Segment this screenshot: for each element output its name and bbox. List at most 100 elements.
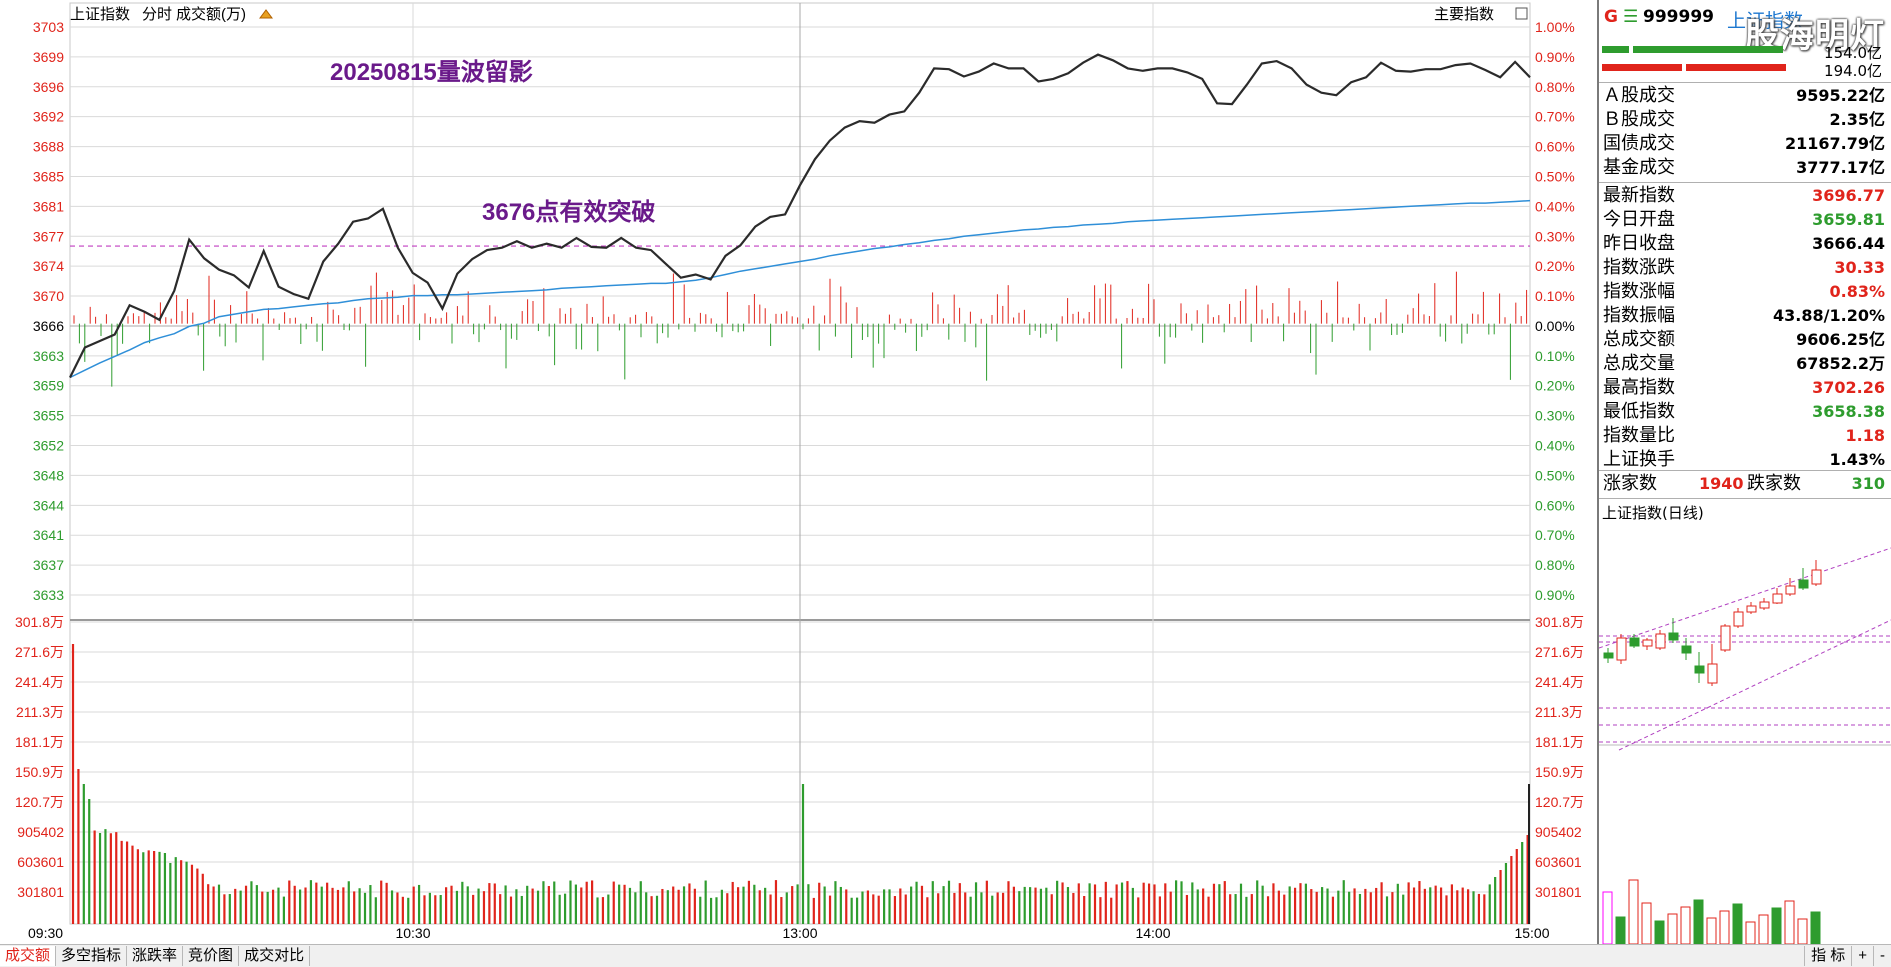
stat-row: 指数涨跌 30.33 (1599, 256, 1891, 280)
price-tick-label: 3681 (33, 198, 64, 214)
bar2-label: 194.0亿 (1824, 62, 1882, 80)
zoom-out-button[interactable]: - (1873, 946, 1891, 966)
quote-side-panel: G ☰ 999999 上证指数 股海明灯 154.0亿 194.0亿 Ａ股成交 9… (1597, 0, 1891, 944)
kline-candle (1798, 579, 1809, 589)
mode-label: 分时 (142, 6, 172, 23)
stat-row: Ａ股成交 9595.22亿 (1599, 84, 1891, 108)
stat-value: 1.43% (1829, 450, 1885, 469)
stat-label: 指数振幅 (1603, 305, 1675, 326)
kline-candle (1603, 652, 1614, 659)
compare-bars: 154.0亿 194.0亿 (1602, 42, 1888, 80)
pct-tick-label: 0.50% (1535, 467, 1575, 483)
time-tick-label: 10:30 (395, 925, 430, 941)
volume-tick-label: 181.1万 (1535, 734, 1584, 750)
tab-long-short[interactable]: 多空指标 (56, 946, 128, 966)
price-tick-label: 3637 (33, 557, 64, 573)
kline-candle (1720, 625, 1731, 651)
indicator-menu-button[interactable]: 主要指数 (1434, 6, 1494, 23)
pct-tick-label: 0.20% (1535, 258, 1575, 274)
tab-rise-fall-rate[interactable]: 涨跌率 (127, 946, 184, 966)
stat-label: 昨日收盘 (1603, 233, 1675, 254)
divider (1599, 82, 1891, 83)
pct-tick-label: 0.80% (1535, 79, 1575, 95)
price-tick-label: 3703 (33, 19, 64, 35)
kline-volume-bar (1680, 906, 1691, 944)
index-stats-table: 最新指数 3696.77 今日开盘 3659.81 昨日收盘 3666.44 指数涨跌 30.… (1599, 184, 1891, 472)
stat-label: 最新指数 (1603, 185, 1675, 206)
stat-row: 最新指数 3696.77 (1599, 184, 1891, 208)
kline-volume-bar (1693, 899, 1704, 944)
price-tick-label: 3674 (33, 258, 64, 274)
stat-value: 3658.38 (1812, 402, 1885, 421)
fall-label: 跌家数 (1747, 473, 1801, 494)
pct-tick-label: 0.60% (1535, 497, 1575, 513)
stat-value: 3666.44 (1812, 234, 1885, 253)
bottom-tab-bar: 成交额 多空指标 涨跌率 竞价图 成交对比 指 标 + - (0, 944, 1891, 967)
stat-value: 21167.79亿 (1784, 134, 1885, 153)
kline-trendline (1599, 547, 1891, 649)
zoom-in-button[interactable]: + (1851, 946, 1873, 966)
indicator-button[interactable]: 指 标 (1804, 946, 1851, 966)
intraday-chart[interactable]: 上证指数 分时 成交额(万) 主要指数 3703 1.00% 3699 0.90% 3696 0.… (0, 0, 1597, 944)
kline-volume-bar (1667, 913, 1678, 944)
kline-candle (1733, 611, 1744, 627)
tab-auction-chart[interactable]: 竞价图 (183, 946, 240, 966)
g-badge[interactable]: G (1604, 7, 1618, 27)
price-tick-label: 3659 (33, 378, 64, 394)
volume-tick-label: 120.7万 (1535, 794, 1584, 810)
tab-turnover-compare[interactable]: 成交对比 (239, 946, 311, 966)
volume-tick-label: 120.7万 (15, 794, 64, 810)
price-tick-label: 3655 (33, 408, 64, 424)
rise-label: 涨家数 (1603, 473, 1657, 494)
stat-label: 国债成交 (1603, 133, 1675, 154)
stat-value: 43.88/1.20% (1773, 306, 1885, 325)
kline-candle (1746, 605, 1757, 613)
stat-label: 基金成交 (1603, 157, 1675, 178)
stat-row: 基金成交 3777.17亿 (1599, 156, 1891, 180)
stat-row: 最高指数 3702.26 (1599, 376, 1891, 400)
stat-value: 9606.25亿 (1796, 330, 1885, 349)
stat-value: 3696.77 (1812, 186, 1885, 205)
stat-row: 指数振幅 43.88/1.20% (1599, 304, 1891, 328)
kline-volume-bar (1706, 917, 1717, 944)
stat-row: 国债成交 21167.79亿 (1599, 132, 1891, 156)
kline-candle (1759, 601, 1770, 609)
time-tick-label: 15:00 (1514, 925, 1549, 941)
bar-red-2 (1686, 64, 1786, 71)
volume-tick-label: 905402 (1535, 824, 1582, 840)
stat-label: 总成交量 (1603, 353, 1675, 374)
rise-fall-count: 涨家数 1940 跌家数 310 (1599, 472, 1891, 496)
price-tick-label: 3633 (33, 587, 64, 603)
stat-label: 最低指数 (1603, 401, 1675, 422)
price-tick-label: 3699 (33, 49, 64, 65)
bar-green-1 (1602, 46, 1629, 53)
kline-candle (1785, 585, 1796, 595)
pct-tick-label: 0.30% (1535, 408, 1575, 424)
price-tick-label: 3644 (33, 497, 64, 513)
bar-red-1 (1602, 64, 1682, 71)
stat-label: 最高指数 (1603, 377, 1675, 398)
stat-label: Ａ股成交 (1603, 85, 1675, 106)
pct-tick-label: 0.30% (1535, 228, 1575, 244)
time-tick-label: 13:00 (782, 925, 817, 941)
stat-row: 昨日收盘 3666.44 (1599, 232, 1891, 256)
menu-icon[interactable]: ☰ (1623, 7, 1638, 27)
stat-value: 3777.17亿 (1796, 158, 1885, 177)
price-tick-label: 3696 (33, 79, 64, 95)
stat-value: 9595.22亿 (1796, 86, 1885, 105)
kline-candle (1694, 665, 1705, 674)
kline-volume-bar (1771, 907, 1782, 944)
kline-candle (1681, 645, 1692, 654)
kline-volume-bar (1797, 918, 1808, 944)
kline-candle (1629, 637, 1640, 647)
kline-candle (1811, 569, 1822, 585)
pct-tick-label: 0.80% (1535, 557, 1575, 573)
tab-turnover[interactable]: 成交额 (0, 946, 57, 966)
daily-kline-chart[interactable] (1599, 520, 1891, 944)
kline-candle (1707, 663, 1718, 684)
volume-tick-label: 603601 (17, 854, 64, 870)
stat-label: 指数量比 (1603, 425, 1675, 446)
volume-tick-label: 603601 (1535, 854, 1582, 870)
kline-candle (1655, 633, 1666, 649)
divider (1599, 182, 1891, 183)
